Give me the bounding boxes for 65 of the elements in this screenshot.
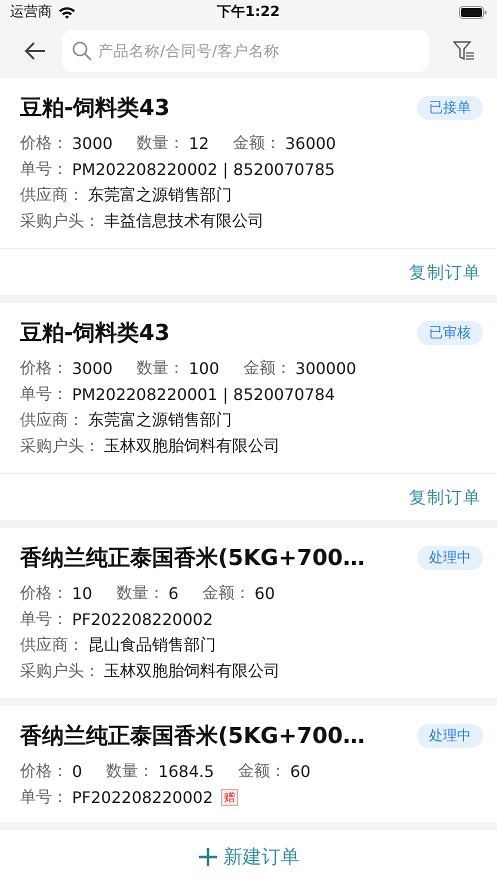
field-value: 东莞富之源销售部门 xyxy=(88,410,232,430)
copy-order-button[interactable]: 复制订单 xyxy=(409,486,481,508)
field-value: 0 xyxy=(72,762,82,780)
field-value: 东莞富之源销售部门 xyxy=(88,184,232,206)
field-label: 价格： xyxy=(20,582,68,604)
carrier-label: 运营商 xyxy=(10,3,52,21)
field-label: 金额： xyxy=(243,358,292,378)
search-field[interactable]: 产品名称/合同号/客户名称 xyxy=(62,30,429,72)
field-label: 数量： xyxy=(136,132,185,154)
field-label: 单号： xyxy=(20,786,68,808)
field-label: 采购户头： xyxy=(20,660,100,682)
wifi-icon xyxy=(58,6,76,18)
order-title: 豆粕-饲料类43 xyxy=(20,320,170,348)
field-label: 采购户头： xyxy=(20,436,100,456)
field-label: 单号： xyxy=(20,384,68,404)
field-value: PF202208220002 xyxy=(72,788,214,806)
field-value: 12 xyxy=(188,134,210,152)
field-label: 金额： xyxy=(233,132,282,154)
field-label: 数量： xyxy=(106,760,154,782)
status-badge: 处理中 xyxy=(417,724,483,748)
field-label: 供应商： xyxy=(20,634,84,656)
field-value: 60 xyxy=(254,584,275,602)
status-badge: 已审核 xyxy=(417,321,483,345)
field-label: 价格： xyxy=(20,358,68,378)
filter-icon[interactable] xyxy=(453,41,475,61)
field-label: 价格： xyxy=(20,760,68,782)
field-value: 100 xyxy=(188,358,220,378)
field-value: 昆山食品销售部门 xyxy=(88,634,216,656)
status-badge: 已接单 xyxy=(417,96,483,120)
status-time: 下午1:22 xyxy=(217,4,280,20)
field-label: 金额： xyxy=(202,582,251,604)
new-order-button[interactable]: 新建订单 xyxy=(198,844,300,870)
order-title: 豆粕-饲料类43 xyxy=(20,95,170,123)
field-label: 数量： xyxy=(116,582,164,604)
field-value: 6 xyxy=(168,584,179,602)
field-label: 单号： xyxy=(20,608,68,630)
field-value: 玉林双胞胎饲料有限公司 xyxy=(104,436,280,456)
field-value: 60 xyxy=(290,762,311,780)
plus-icon xyxy=(198,846,218,866)
field-value: PM202208220001 | 8520070784 xyxy=(72,384,335,404)
field-label: 供应商： xyxy=(20,184,84,206)
field-label: 供应商： xyxy=(20,410,84,430)
battery-icon xyxy=(459,6,487,18)
back-icon[interactable] xyxy=(24,42,46,60)
field-value: 丰益信息技术有限公司 xyxy=(104,210,264,232)
field-label: 单号： xyxy=(20,158,68,180)
field-value: 10 xyxy=(72,584,92,602)
field-label: 数量： xyxy=(136,358,185,378)
field-value: 300000 xyxy=(295,358,356,378)
order-title: 香纳兰纯正泰国香米(5KG+700… xyxy=(20,723,365,751)
field-label: 金额： xyxy=(238,760,286,782)
field-label: 价格： xyxy=(20,132,68,154)
field-value: 玉林双胞胎饲料有限公司 xyxy=(104,660,280,682)
copy-order-button[interactable]: 复制订单 xyxy=(409,260,481,284)
field-value: 36000 xyxy=(285,134,336,152)
field-value: 1684.5 xyxy=(158,762,214,780)
search-icon xyxy=(72,41,92,61)
field-value: 3000 xyxy=(72,134,113,152)
order-title: 香纳兰纯正泰国香米(5KG+700… xyxy=(20,545,365,573)
field-value: PF202208220002 xyxy=(72,610,214,628)
field-value: 3000 xyxy=(72,358,113,378)
field-label: 采购户头： xyxy=(20,210,100,232)
status-badge: 处理中 xyxy=(417,546,483,570)
field-value: PM202208220002 | 8520070785 xyxy=(72,160,335,178)
gift-tag: 赠 xyxy=(221,788,238,806)
